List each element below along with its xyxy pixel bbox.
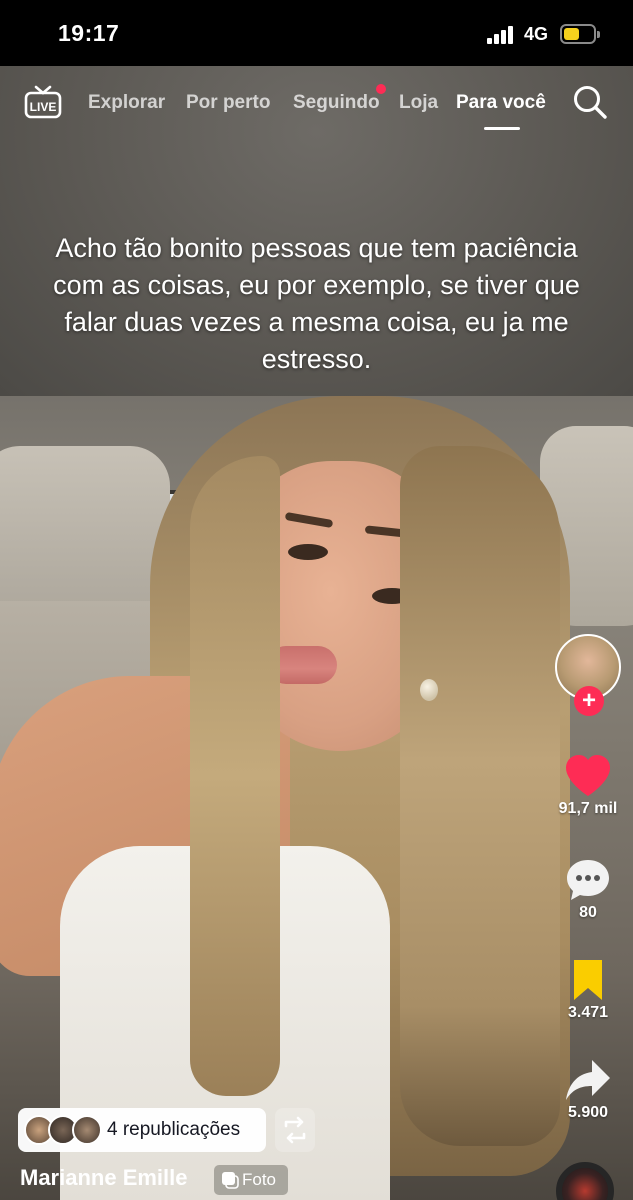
- overlay-caption: Acho tão bonito pessoas que tem paciênci…: [53, 233, 580, 374]
- battery-icon: [560, 24, 600, 44]
- tab-para-voce[interactable]: Para você: [456, 92, 546, 114]
- photo-badge: Foto: [214, 1165, 288, 1195]
- save-button[interactable]: 3.471: [543, 958, 633, 1022]
- heart-icon: [566, 755, 610, 796]
- comment-count: 80: [579, 904, 597, 921]
- reposts-pill[interactable]: 4 republicações: [18, 1108, 266, 1152]
- network-type: 4G: [524, 24, 549, 44]
- photo-icon: [222, 1172, 239, 1189]
- follow-button[interactable]: +: [574, 686, 604, 716]
- author-name[interactable]: Marianne Emille: [20, 1165, 188, 1191]
- status-time: 19:17: [58, 20, 120, 46]
- share-button[interactable]: 5.900: [543, 1058, 633, 1122]
- tab-loja[interactable]: Loja: [399, 92, 438, 114]
- save-count: 3.471: [567, 1004, 609, 1021]
- repost-button[interactable]: [275, 1108, 315, 1152]
- like-count: 91,7 mil: [558, 800, 618, 817]
- bookmark-icon: [574, 960, 602, 1000]
- live-icon[interactable]: LIVE: [24, 84, 62, 119]
- search-icon[interactable]: [572, 84, 608, 120]
- photo-badge-label: Foto: [242, 1170, 277, 1189]
- notification-dot: [376, 84, 386, 94]
- share-icon: [566, 1060, 610, 1100]
- status-bar: 19:17 4G: [0, 0, 633, 66]
- top-nav: LIVE Explorar Por perto Seguindo Loja Pa…: [0, 80, 633, 130]
- avatar: [72, 1115, 102, 1145]
- signal-icon: [487, 26, 517, 44]
- share-count: 5.900: [567, 1104, 609, 1121]
- repost-icon: [284, 1116, 306, 1144]
- reposts-label: 4 republicações: [107, 1119, 241, 1140]
- live-label: LIVE: [30, 100, 57, 114]
- tab-seguindo[interactable]: Seguindo: [293, 92, 380, 114]
- tab-por-perto[interactable]: Por perto: [186, 92, 270, 114]
- like-button[interactable]: 91,7 mil: [543, 754, 633, 818]
- repost-avatars: [24, 1115, 108, 1145]
- tab-explorar[interactable]: Explorar: [88, 92, 165, 114]
- comment-icon: [567, 860, 609, 900]
- active-tab-indicator: [484, 127, 520, 130]
- comment-button[interactable]: 80: [543, 858, 633, 922]
